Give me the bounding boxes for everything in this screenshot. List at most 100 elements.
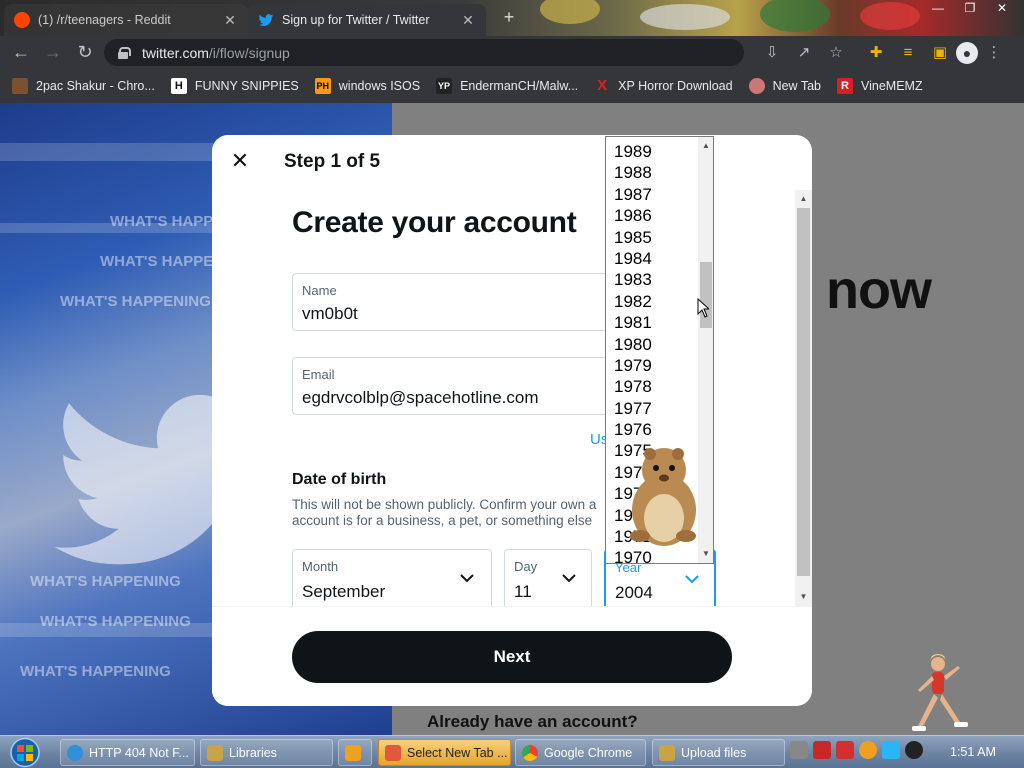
close-tab-icon[interactable]: ✕ — [460, 12, 476, 29]
year-option[interactable]: 1986 — [606, 205, 698, 226]
upload-icon — [659, 744, 675, 761]
taskbar-label: Libraries — [229, 745, 277, 760]
bookmarks-bar: 2pac Shakur - Chro... H FUNNY SNIPPIES P… — [0, 69, 1024, 103]
page-content: WHAT'S HAPPENING WHAT'S HAPPENING WHAT'S… — [0, 103, 1024, 735]
bookmark-item[interactable]: H FUNNY SNIPPIES — [170, 78, 299, 94]
bookmark-label: VineMEMZ — [861, 79, 923, 93]
bookmark-label: FUNNY SNIPPIES — [194, 79, 299, 93]
year-option[interactable]: 1989 — [606, 141, 698, 162]
tab-twitter-signup[interactable]: Sign up for Twitter / Twitter ✕ — [248, 4, 486, 36]
month-select[interactable]: Month September — [292, 549, 492, 611]
taskbar-item-ie[interactable]: HTTP 404 Not F... — [60, 739, 195, 766]
reading-list-icon[interactable]: ≡ — [897, 42, 919, 64]
new-tab-button[interactable]: + — [498, 7, 520, 28]
bookmark-star-icon[interactable]: ☆ — [825, 42, 847, 64]
year-option[interactable]: 1978 — [606, 376, 698, 397]
chevron-down-icon — [460, 574, 474, 583]
year-option[interactable]: 1977 — [606, 398, 698, 419]
extension-actions: ✚ ≡ ▣ ● ⋮ — [860, 42, 1010, 64]
year-value: 2004 — [615, 583, 653, 602]
tab-title: (1) /r/teenagers - Reddit — [38, 13, 171, 27]
install-icon[interactable]: ⇩ — [761, 42, 783, 64]
year-option[interactable]: 1976 — [606, 419, 698, 440]
year-option[interactable]: 1983 — [606, 269, 698, 290]
background-headline: now — [826, 260, 932, 320]
x-icon: X — [597, 77, 608, 94]
r-icon: R — [837, 78, 853, 94]
2pac-icon — [12, 78, 28, 94]
close-window-icon[interactable]: ✕ — [986, 0, 1018, 16]
taskbar-item-upload[interactable]: Upload files — [652, 739, 785, 766]
tray-v-icon[interactable] — [813, 741, 831, 759]
scroll-down-icon[interactable]: ▼ — [698, 547, 713, 561]
minimize-icon[interactable]: — — [922, 0, 954, 16]
start-orb-icon[interactable] — [6, 737, 44, 768]
bookmark-item[interactable]: New Tab — [748, 78, 821, 94]
network-icon[interactable] — [882, 741, 900, 759]
year-option[interactable]: 1970 — [606, 547, 698, 563]
extensions-puzzle-icon[interactable]: ✚ — [865, 42, 887, 64]
next-button[interactable]: Next — [292, 631, 732, 683]
scroll-up-icon[interactable]: ▲ — [795, 192, 812, 206]
volume-icon[interactable] — [905, 741, 923, 759]
h-icon: H — [170, 78, 187, 94]
year-option[interactable]: 1988 — [606, 162, 698, 183]
bookmark-item[interactable]: PH windows ISOS — [314, 78, 421, 94]
restore-icon[interactable]: ❐ — [954, 0, 986, 16]
dob-description: This will not be shown publicly. Confirm… — [292, 497, 597, 528]
flag-icon[interactable] — [836, 741, 854, 759]
tab-reddit[interactable]: (1) /r/teenagers - Reddit ✕ — [4, 4, 248, 36]
address-bar[interactable]: twitter.com/i/flow/signup — [104, 39, 744, 66]
year-option[interactable]: 1987 — [606, 184, 698, 205]
taskbar-item-media[interactable] — [338, 739, 372, 766]
bookmark-item[interactable]: YP EndermanCH/Malw... — [436, 78, 578, 94]
year-option[interactable]: 1984 — [606, 248, 698, 269]
bookmark-label: New Tab — [772, 79, 821, 93]
bookmark-item[interactable]: X XP Horror Download — [594, 78, 732, 94]
taskbar-label: Google Chrome — [544, 745, 633, 760]
system-tray — [790, 741, 928, 759]
taskbar-item-paint[interactable]: Select New Tab ... — [378, 739, 511, 766]
day-select[interactable]: Day 11 — [504, 549, 592, 611]
year-option[interactable]: 1982 — [606, 291, 698, 312]
month-label: Month — [302, 559, 339, 574]
bookmark-label: windows ISOS — [338, 79, 421, 93]
decor-splat — [640, 4, 730, 30]
browser-toolbar: ← → ↻ twitter.com/i/flow/signup ⇩ ↗ ☆ ✚ … — [0, 36, 1024, 69]
bookmark-item[interactable]: 2pac Shakur - Chro... — [12, 78, 155, 94]
taskbar-item-libraries[interactable]: Libraries — [200, 739, 333, 766]
modal-scrollbar[interactable]: ▲ ▼ — [795, 190, 812, 606]
year-option[interactable]: 1980 — [606, 334, 698, 355]
reddit-icon — [14, 12, 30, 28]
clock[interactable]: 1:51 AM — [950, 745, 996, 759]
step-indicator: Step 1 of 5 — [284, 151, 381, 172]
bookmark-label: 2pac Shakur - Chro... — [36, 79, 155, 93]
side-panel-icon[interactable]: ▣ — [929, 42, 951, 64]
scroll-up-icon[interactable]: ▲ — [698, 139, 713, 153]
tray-app-icon[interactable] — [790, 741, 808, 759]
email-value: egdrvcolblp@spacehotline.com — [302, 388, 539, 407]
decor-splat — [860, 2, 920, 30]
scroll-down-icon[interactable]: ▼ — [795, 590, 812, 604]
share-icon[interactable]: ↗ — [793, 42, 815, 64]
forward-arrow-icon[interactable]: → — [42, 42, 64, 62]
email-label: Email — [302, 367, 335, 382]
scroll-thumb[interactable] — [797, 208, 810, 576]
menu-kebab-icon[interactable]: ⋮ — [983, 42, 1005, 64]
back-arrow-icon[interactable]: ← — [10, 42, 32, 62]
media-player-icon — [345, 744, 361, 761]
dob-heading: Date of birth — [292, 471, 387, 488]
year-option[interactable]: 1979 — [606, 355, 698, 376]
search-tray-icon[interactable] — [859, 741, 877, 759]
close-icon[interactable]: ✕ — [228, 149, 252, 173]
year-option[interactable]: 1985 — [606, 227, 698, 248]
scroll-thumb[interactable] — [700, 262, 712, 328]
reload-icon[interactable]: ↻ — [74, 42, 96, 62]
taskbar-label: Upload files — [681, 745, 747, 760]
close-tab-icon[interactable]: ✕ — [222, 12, 238, 29]
profile-avatar-icon[interactable]: ● — [956, 42, 978, 64]
lock-icon — [118, 46, 131, 59]
bookmark-item[interactable]: R VineMEMZ — [837, 78, 923, 94]
taskbar-item-chrome[interactable]: Google Chrome — [515, 739, 646, 766]
year-option[interactable]: 1981 — [606, 312, 698, 333]
